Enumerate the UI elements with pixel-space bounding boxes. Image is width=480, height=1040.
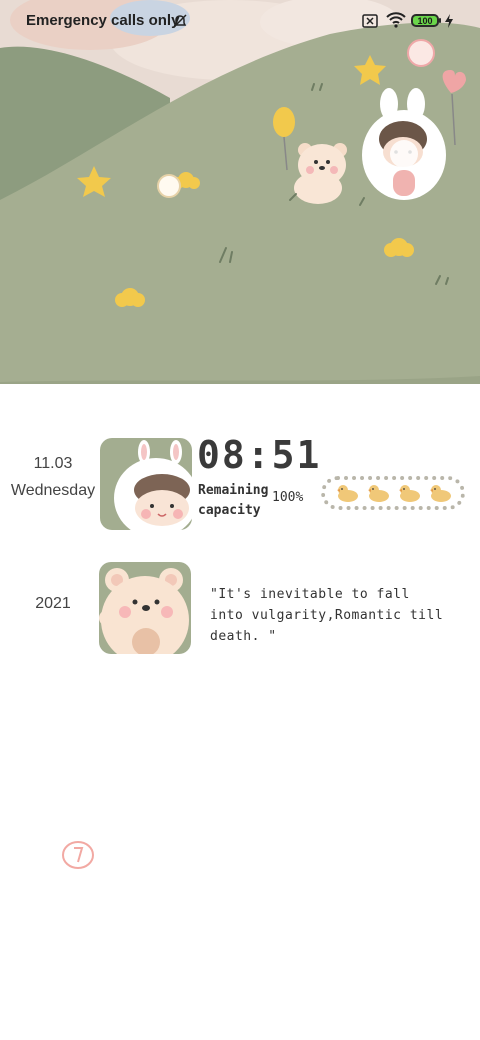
battery-level: 100 — [417, 16, 433, 26]
duck-icon — [429, 485, 451, 502]
battery-tip — [439, 18, 441, 23]
bunny-girl-avatar[interactable] — [100, 438, 192, 530]
mute-bell-icon — [173, 14, 187, 28]
ring-doodle-icon — [62, 841, 94, 869]
duck-icon — [398, 485, 420, 502]
no-sim-icon — [362, 14, 378, 28]
date-month-day: 11.03 — [33, 455, 73, 472]
bear-avatar[interactable] — [99, 562, 191, 654]
date-weekday: Wednesday — [10, 482, 96, 499]
wifi-icon — [386, 12, 406, 28]
remaining-capacity-value: 100% — [272, 490, 304, 505]
remaining-capacity-label: Remaining capacity — [198, 483, 269, 518]
battery-icon: 100 — [411, 14, 439, 27]
duck-icon — [367, 485, 389, 502]
clock-time: 08:51 — [197, 433, 322, 477]
wallpaper-image — [0, 0, 480, 384]
duck-icon — [336, 485, 358, 502]
quote-text: "It's inevitable to fall into vulgarity,… — [210, 587, 444, 644]
battery-duck-bar — [321, 476, 465, 510]
status-bar: Emergency calls only 100 — [0, 0, 480, 44]
charging-icon — [445, 14, 453, 28]
carrier-text: Emergency calls only — [26, 12, 180, 29]
date-year: 2021 — [35, 595, 71, 612]
